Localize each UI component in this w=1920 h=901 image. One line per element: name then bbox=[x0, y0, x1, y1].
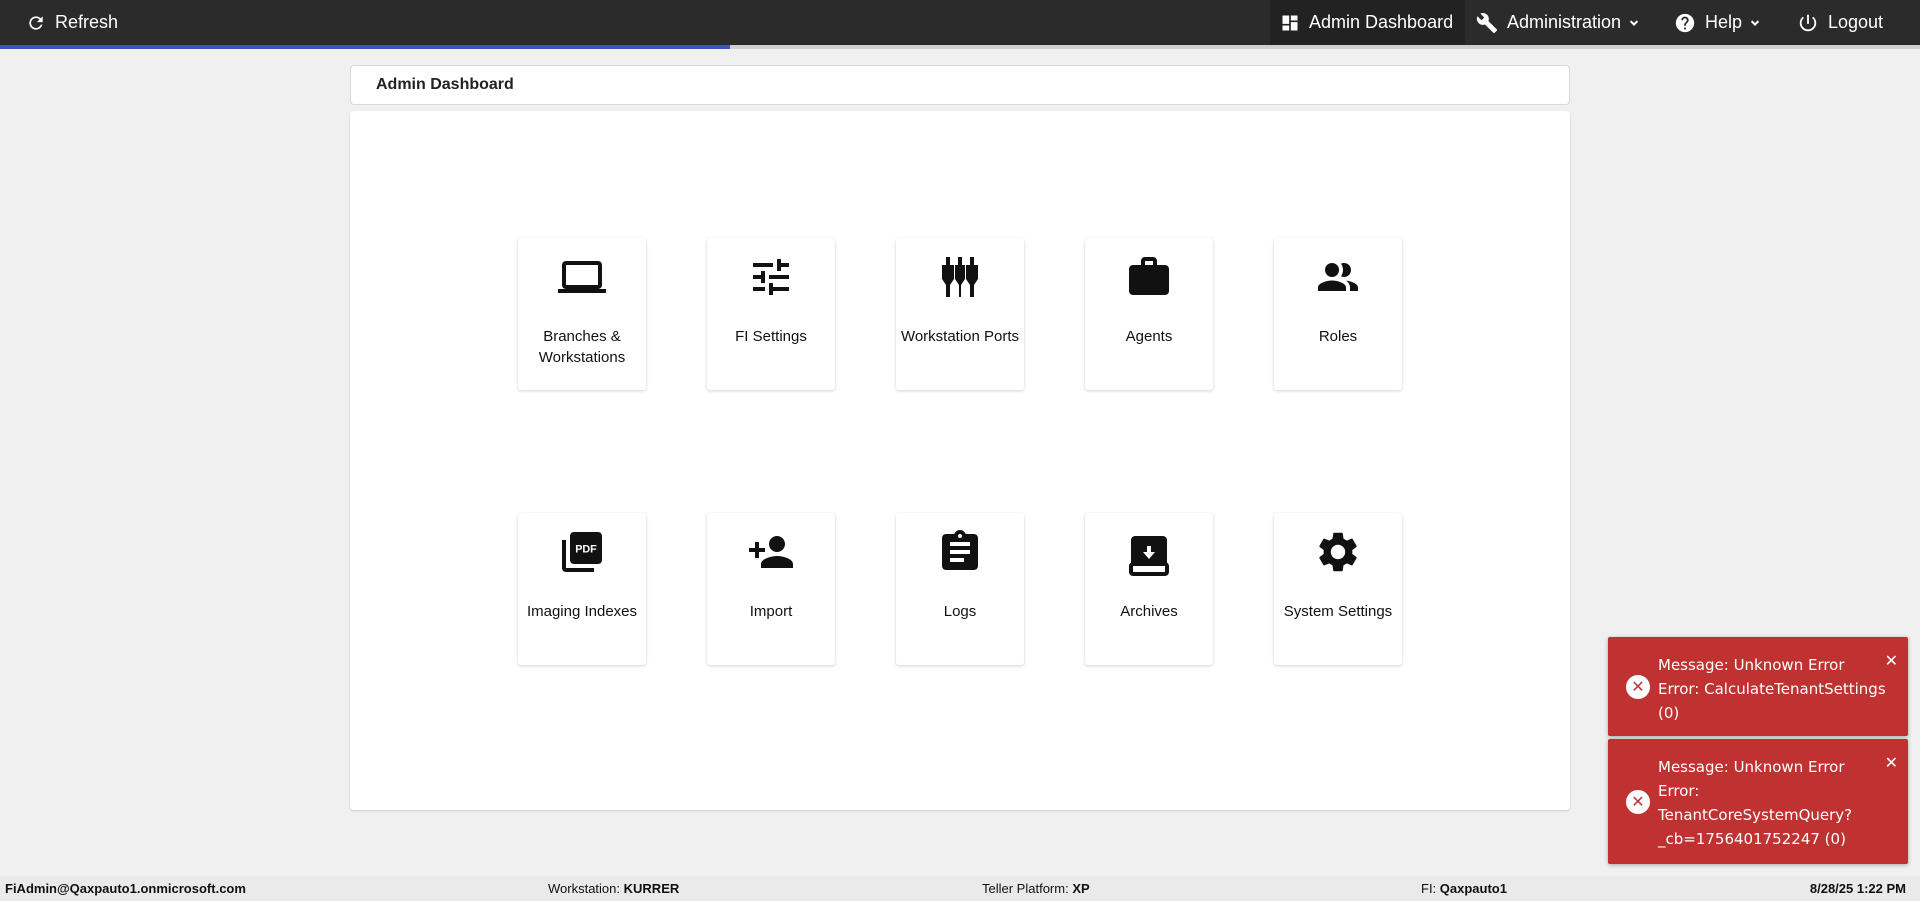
refresh-icon bbox=[29, 15, 43, 30]
page-load-progress-fill bbox=[0, 45, 730, 49]
breadcrumb: Admin Dashboard bbox=[350, 65, 1570, 105]
toast-line: Message: Unknown Error bbox=[1658, 656, 1845, 674]
wrench-icon bbox=[1476, 12, 1498, 33]
refresh-label: Refresh bbox=[55, 12, 119, 32]
refresh-button[interactable]: Refresh bbox=[26, 0, 118, 45]
status-user-value: FiAdmin@Qaxpauto1.onmicrosoft.com bbox=[5, 881, 246, 896]
status-workstation: Workstation: KURRER bbox=[548, 876, 679, 901]
tile-import[interactable]: Import bbox=[707, 513, 835, 665]
tile-imaging-indexes[interactable]: PDF Imaging Indexes bbox=[518, 513, 646, 665]
tile-workstation-ports[interactable]: Workstation Ports bbox=[896, 238, 1024, 390]
status-user: FiAdmin@Qaxpauto1.onmicrosoft.com bbox=[5, 876, 246, 901]
tile-logs[interactable]: Logs bbox=[896, 513, 1024, 665]
pdf-icon: PDF bbox=[562, 532, 602, 572]
people-icon bbox=[1318, 263, 1358, 291]
page-title: Admin Dashboard bbox=[376, 76, 514, 93]
svg-text:PDF: PDF bbox=[575, 544, 597, 556]
tile-label: FI Settings bbox=[735, 328, 807, 345]
administration-label: Administration bbox=[1507, 12, 1622, 32]
tile-label: Agents bbox=[1125, 328, 1173, 345]
status-datetime: 8/28/25 1:22 PM bbox=[1810, 876, 1906, 901]
tile-agents[interactable]: Agents bbox=[1085, 238, 1213, 390]
error-toast: ✕ Message: Unknown Error Error: Calculat… bbox=[1608, 637, 1908, 736]
tile-label: Imaging Indexes bbox=[526, 603, 638, 620]
help-icon bbox=[1675, 13, 1695, 32]
toast-message: Message: Unknown Error Error: TenantCore… bbox=[1658, 755, 1873, 851]
logout-button[interactable]: Logout bbox=[1797, 0, 1883, 45]
status-teller-label: Teller Platform: bbox=[982, 881, 1069, 896]
help-menu[interactable]: Help bbox=[1674, 0, 1762, 45]
close-icon[interactable]: ✕ bbox=[1885, 653, 1898, 669]
error-toast: ✕ Message: Unknown Error Error: TenantCo… bbox=[1608, 739, 1908, 864]
page-load-progress bbox=[0, 45, 1920, 49]
tile-branches-workstations[interactable]: Branches & Workstations bbox=[518, 238, 646, 390]
admin-dashboard-nav[interactable]: Admin Dashboard bbox=[1270, 0, 1466, 45]
dashboard-icon bbox=[1282, 15, 1298, 30]
status-datetime-value: 8/28/25 1:22 PM bbox=[1809, 881, 1906, 896]
laptop-icon bbox=[558, 261, 606, 293]
tile-label: Archives bbox=[1120, 603, 1178, 620]
status-fi-value: Qaxpauto1 bbox=[1439, 881, 1507, 896]
add-person-icon bbox=[749, 536, 793, 568]
toast-line: Error: bbox=[1658, 782, 1700, 800]
toast-line: (0) bbox=[1658, 704, 1680, 722]
top-navigation-bar: Refresh Admin Dashboard Administration H… bbox=[0, 0, 1920, 49]
tile-label: Roles bbox=[1318, 328, 1358, 345]
tile-label: System Settings bbox=[1283, 603, 1393, 620]
administration-menu[interactable]: Administration bbox=[1476, 0, 1641, 45]
tile-label: Import bbox=[749, 603, 793, 620]
toast-line: Error: CalculateTenantSettings bbox=[1658, 680, 1886, 698]
tile-label: Workstation Ports bbox=[900, 328, 1020, 345]
toast-line: TenantCoreSystemQuery? bbox=[1658, 806, 1853, 824]
logout-label: Logout bbox=[1828, 12, 1884, 32]
tile-roles[interactable]: Roles bbox=[1274, 238, 1402, 390]
status-fi-label: FI: bbox=[1421, 881, 1437, 896]
help-label: Help bbox=[1705, 12, 1743, 32]
archive-icon bbox=[1129, 536, 1169, 576]
error-icon: ✕ bbox=[1626, 790, 1650, 814]
status-teller-platform: Teller Platform: XP bbox=[982, 876, 1090, 901]
clipboard-icon bbox=[942, 530, 978, 570]
chevron-down-icon bbox=[1750, 19, 1760, 26]
status-workstation-value: KURRER bbox=[623, 881, 680, 896]
gear-icon bbox=[1319, 532, 1357, 572]
dashboard-panel: Branches & Workstations FI Settings Work… bbox=[350, 111, 1570, 810]
close-icon[interactable]: ✕ bbox=[1885, 755, 1898, 771]
admin-dashboard-label: Admin Dashboard bbox=[1309, 12, 1454, 32]
status-workstation-label: Workstation: bbox=[548, 881, 621, 896]
chevron-down-icon bbox=[1629, 19, 1639, 26]
tile-system-settings[interactable]: System Settings bbox=[1274, 513, 1402, 665]
toast-line: _cb=1756401752247 (0) bbox=[1658, 830, 1846, 848]
ports-icon bbox=[942, 257, 978, 297]
error-icon: ✕ bbox=[1626, 675, 1650, 699]
tile-archives[interactable]: Archives bbox=[1085, 513, 1213, 665]
briefcase-icon bbox=[1129, 257, 1169, 295]
toast-message: Message: Unknown Error Error: CalculateT… bbox=[1658, 653, 1886, 725]
tile-label: Branches & Workstations bbox=[538, 328, 626, 366]
status-teller-value: XP bbox=[1072, 881, 1090, 896]
toast-line: Message: Unknown Error bbox=[1658, 758, 1845, 776]
sliders-icon bbox=[753, 259, 789, 295]
tile-fi-settings[interactable]: FI Settings bbox=[707, 238, 835, 390]
status-fi: FI: Qaxpauto1 bbox=[1421, 876, 1507, 901]
status-bar: FiAdmin@Qaxpauto1.onmicrosoft.com Workst… bbox=[0, 876, 1920, 901]
power-icon bbox=[1799, 14, 1817, 31]
tile-label: Logs bbox=[943, 603, 977, 620]
